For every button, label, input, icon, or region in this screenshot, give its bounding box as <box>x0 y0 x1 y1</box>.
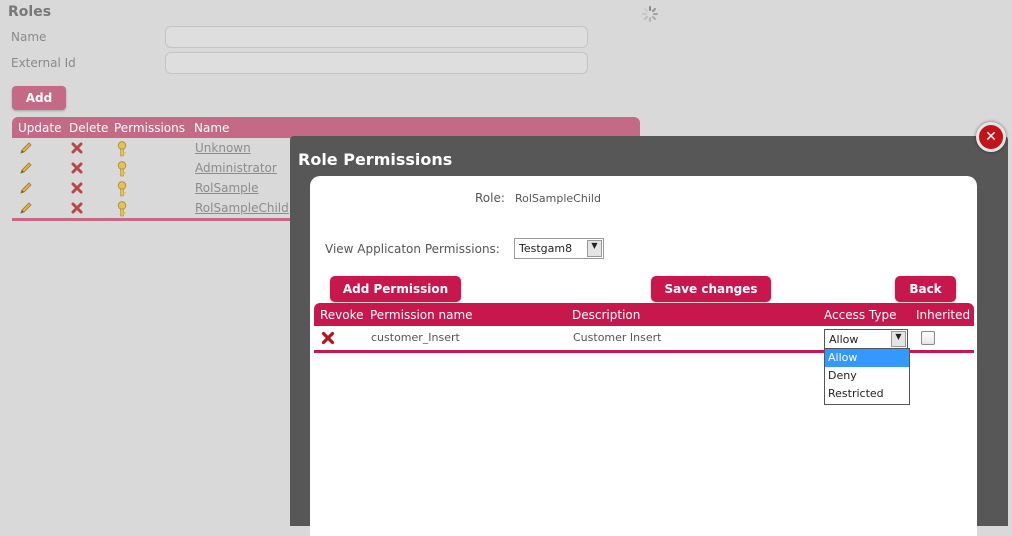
access-type-options: Allow Deny Restricted <box>824 348 910 405</box>
chevron-down-icon[interactable]: ▼ <box>891 331 906 347</box>
delete-icon[interactable] <box>70 181 84 195</box>
column-header-name: Name <box>194 121 230 135</box>
permissions-table-header: Revoke Permission name Description Acces… <box>314 303 974 326</box>
role-value: RolSampleChild <box>515 192 601 205</box>
role-label: Role: <box>475 191 505 205</box>
column-header-access-type: Access Type <box>824 308 897 322</box>
pencil-icon[interactable] <box>19 201 33 215</box>
revoke-icon[interactable] <box>321 331 335 345</box>
access-type-value: Allow <box>829 333 859 346</box>
name-input[interactable] <box>165 26 588 48</box>
page-title: Roles <box>8 4 52 20</box>
view-permissions-label: View Applicaton Permissions: <box>325 242 500 256</box>
key-icon[interactable] <box>116 141 128 157</box>
name-label: Name <box>11 30 47 44</box>
option-deny[interactable]: Deny <box>825 367 909 385</box>
external-id-input[interactable] <box>165 52 588 74</box>
permission-description: Customer Insert <box>573 331 662 344</box>
role-link[interactable]: RolSample <box>195 181 258 195</box>
permission-name: customer_Insert <box>371 331 460 344</box>
option-restricted[interactable]: Restricted <box>825 385 909 403</box>
column-header-permissions: Permissions <box>114 121 185 135</box>
dialog-body: Role: RolSampleChild View Applicaton Per… <box>310 176 977 536</box>
external-id-label: External Id <box>11 56 76 70</box>
role-link[interactable]: Unknown <box>195 141 251 155</box>
delete-icon[interactable] <box>70 201 84 215</box>
role-link[interactable]: Administrator <box>195 161 277 175</box>
table-bottom-border <box>12 218 302 221</box>
pencil-icon[interactable] <box>19 181 33 195</box>
application-select[interactable]: Testgam8 ▼ <box>514 238 604 259</box>
add-role-button[interactable]: Add <box>12 86 66 110</box>
role-link[interactable]: RolSampleChild <box>195 201 289 215</box>
delete-icon[interactable] <box>70 141 84 155</box>
key-icon[interactable] <box>116 201 128 217</box>
chevron-down-icon[interactable]: ▼ <box>587 240 602 257</box>
loading-spinner-icon <box>642 6 658 22</box>
roles-table-header: Update Delete Permissions Name <box>12 117 640 138</box>
back-button[interactable]: Back <box>895 276 956 302</box>
column-header-delete: Delete <box>69 121 109 135</box>
dialog-title: Role Permissions <box>298 150 453 169</box>
column-header-permission-name: Permission name <box>370 308 473 322</box>
close-icon[interactable]: ✕ <box>976 122 1006 152</box>
access-type-select[interactable]: Allow ▼ <box>824 329 908 349</box>
application-select-value: Testgam8 <box>519 242 573 255</box>
column-header-description: Description <box>572 308 641 322</box>
column-header-update: Update <box>18 121 62 135</box>
save-changes-button[interactable]: Save changes <box>651 276 771 302</box>
key-icon[interactable] <box>116 161 128 177</box>
option-allow[interactable]: Allow <box>825 349 909 367</box>
key-icon[interactable] <box>116 181 128 197</box>
column-header-inherited: Inherited <box>916 308 971 322</box>
column-header-revoke: Revoke <box>320 308 364 322</box>
pencil-icon[interactable] <box>19 161 33 175</box>
delete-icon[interactable] <box>70 161 84 175</box>
add-permission-button[interactable]: Add Permission <box>330 276 461 302</box>
pencil-icon[interactable] <box>19 141 33 155</box>
inherited-checkbox[interactable] <box>921 331 935 345</box>
role-permissions-dialog: Role Permissions Role: RolSampleChild Vi… <box>290 136 1008 536</box>
